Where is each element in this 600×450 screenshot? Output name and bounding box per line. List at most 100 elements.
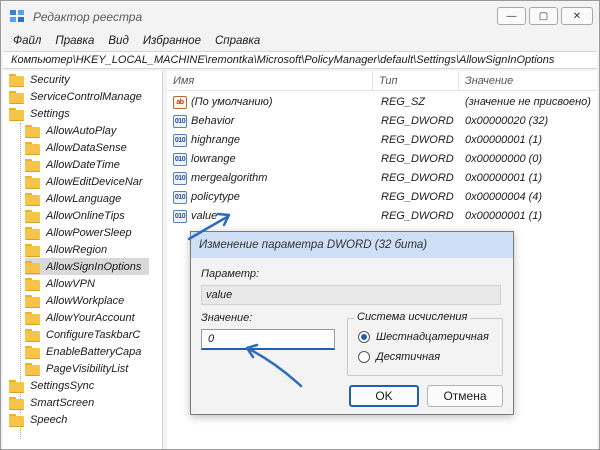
- row-name: value: [191, 210, 218, 222]
- list-row-policytype[interactable]: 010 policytype REG_DWORD 0x00000004 (4): [167, 188, 597, 207]
- row-value: (значение не присвоено): [465, 96, 591, 108]
- hex-radio[interactable]: Шестнадцатеричная: [358, 331, 489, 343]
- row-type: REG_DWORD: [381, 115, 454, 127]
- tree-item-allowdatetime[interactable]: AllowDateTime: [25, 156, 120, 173]
- edit-dword-dialog: Изменение параметра DWORD (32 бита) Пара…: [190, 231, 514, 415]
- dword-value-icon: 010: [173, 172, 187, 185]
- dword-value-icon: 010: [173, 191, 187, 204]
- tree-item-label: AllowSignInOptions: [46, 260, 142, 273]
- dword-value-icon: 010: [173, 153, 187, 166]
- registry-editor-icon: [10, 10, 24, 22]
- tree-item-speech[interactable]: Speech: [9, 411, 67, 428]
- tree-item-smartscreen[interactable]: SmartScreen: [9, 394, 94, 411]
- base-group: Система исчисления Шестнадцатеричная Дес…: [347, 311, 503, 376]
- row-name: Behavior: [191, 115, 235, 127]
- folder-icon: [9, 107, 24, 121]
- address-bar[interactable]: Компьютер\HKEY_LOCAL_MACHINE\remontka\Mi…: [3, 51, 597, 69]
- hex-radio-label: Шестнадцатеричная: [376, 331, 489, 343]
- column-header-value[interactable]: Значение: [459, 71, 597, 91]
- row-name: lowrange: [191, 153, 236, 165]
- tree-item-settingssync[interactable]: SettingsSync: [9, 377, 94, 394]
- list-row-value[interactable]: 010 value REG_DWORD 0x00000001 (1): [167, 207, 597, 226]
- tree-item-allowvpn[interactable]: AllowVPN: [25, 275, 95, 292]
- row-type: REG_DWORD: [381, 210, 454, 222]
- tree-item-security[interactable]: Security: [9, 71, 70, 88]
- dword-value-icon: 010: [173, 210, 187, 223]
- tree-item-label: Settings: [30, 107, 70, 120]
- list-row-lowrange[interactable]: 010 lowrange REG_DWORD 0x00000000 (0): [167, 150, 597, 169]
- list-row-mergealgorithm[interactable]: 010 mergealgorithm REG_DWORD 0x00000001 (…: [167, 169, 597, 188]
- tree-item-servicecontrolmanager[interactable]: ServiceControlManage: [9, 88, 142, 105]
- tree-item-label: Speech: [30, 413, 68, 426]
- cancel-button[interactable]: Отмена: [427, 385, 503, 407]
- tree-item-pagevisibilitylist[interactable]: PageVisibilityList: [25, 360, 128, 377]
- folder-icon: [9, 396, 24, 410]
- tree-item-label: AllowYourAccount: [46, 311, 135, 324]
- tree-item-label: AllowRegion: [46, 243, 108, 256]
- row-type: REG_DWORD: [381, 134, 454, 146]
- row-value: 0x00000000 (0): [465, 153, 543, 165]
- tree-item-allowautoplay[interactable]: AllowAutoPlay: [25, 122, 116, 139]
- tree-item-allowonlinetips[interactable]: AllowOnlineTips: [25, 207, 125, 224]
- tree-item-allowpowersleep[interactable]: AllowPowerSleep: [25, 224, 132, 241]
- list-row-highrange[interactable]: 010 highrange REG_DWORD 0x00000001 (1): [167, 131, 597, 150]
- ok-button[interactable]: OK: [349, 385, 419, 407]
- tree-item-label: AllowWorkplace: [46, 294, 125, 307]
- column-header-type[interactable]: Тип: [373, 71, 459, 91]
- row-value: 0x00000001 (1): [465, 172, 543, 184]
- tree-item-label: AllowEditDeviceNar: [46, 175, 143, 188]
- tree-item-configuretaskbar[interactable]: ConfigureTaskbarC: [25, 326, 140, 343]
- tree-item-enablebatterycapacity[interactable]: EnableBatteryCapa: [25, 343, 141, 360]
- maximize-button[interactable]: ▢: [529, 7, 558, 25]
- folder-icon: [25, 362, 40, 376]
- tree-item-alloweditdevicename[interactable]: AllowEditDeviceNar: [25, 173, 143, 190]
- row-type: REG_DWORD: [381, 153, 454, 165]
- tree-item-label: ConfigureTaskbarC: [46, 328, 141, 341]
- minimize-icon: —: [506, 10, 517, 22]
- dec-radio-label: Десятичная: [376, 351, 441, 363]
- tree-item-settings[interactable]: Settings: [9, 105, 70, 122]
- row-name: highrange: [191, 134, 240, 146]
- value-input[interactable]: 0: [201, 329, 335, 350]
- menu-file[interactable]: Файл: [13, 35, 41, 47]
- tree-item-allowsigninoptions[interactable]: AllowSignInOptions: [25, 258, 149, 275]
- dword-value-icon: 010: [173, 134, 187, 147]
- tree-item-label: SettingsSync: [30, 379, 95, 392]
- window-title: Редактор реестра: [33, 10, 143, 24]
- row-name: policytype: [191, 191, 240, 203]
- close-button[interactable]: ✕: [561, 7, 593, 25]
- menu-help[interactable]: Справка: [215, 35, 260, 47]
- string-value-icon: ab: [173, 96, 187, 109]
- tree-item-allowregion[interactable]: AllowRegion: [25, 241, 107, 258]
- tree-item-label: AllowPowerSleep: [46, 226, 132, 239]
- menu-favorites[interactable]: Избранное: [143, 35, 201, 47]
- list-row-default[interactable]: ab (По умолчанию) REG_SZ (значение не при…: [167, 93, 597, 112]
- tree-item-allowlanguage[interactable]: AllowLanguage: [25, 190, 121, 207]
- column-header-name[interactable]: Имя: [167, 71, 373, 91]
- menu-view[interactable]: Вид: [108, 35, 128, 47]
- base-group-title: Система исчисления: [354, 311, 471, 323]
- tree-item-label: Security: [30, 73, 70, 86]
- dialog-title[interactable]: Изменение параметра DWORD (32 бита): [191, 232, 513, 258]
- minimize-button[interactable]: —: [497, 7, 526, 25]
- menu-edit[interactable]: Правка: [55, 35, 94, 47]
- tree-item-label: AllowDataSense: [46, 141, 127, 154]
- registry-tree[interactable]: Security ServiceControlManage Settings A…: [3, 71, 163, 449]
- list-row-behavior[interactable]: 010 Behavior REG_DWORD 0x00000020 (32): [167, 112, 597, 131]
- row-value: 0x00000001 (1): [465, 134, 543, 146]
- row-type: REG_SZ: [381, 96, 426, 108]
- dec-radio[interactable]: Десятичная: [358, 351, 440, 363]
- tree-item-allowdatasense[interactable]: AllowDataSense: [25, 139, 127, 156]
- radio-empty-icon: [358, 351, 370, 363]
- dword-value-icon: 010: [173, 115, 187, 128]
- tree-item-allowworkplace[interactable]: AllowWorkplace: [25, 292, 124, 309]
- folder-icon: [25, 209, 40, 223]
- tree-item-allowyouraccount[interactable]: AllowYourAccount: [25, 309, 135, 326]
- row-value: 0x00000020 (32): [465, 115, 549, 127]
- folder-icon: [25, 124, 40, 138]
- folder-icon: [25, 158, 40, 172]
- folder-icon: [9, 413, 24, 427]
- folder-icon: [25, 345, 40, 359]
- title-bar[interactable]: Редактор реестра — ▢ ✕: [1, 1, 599, 31]
- folder-icon: [25, 226, 40, 240]
